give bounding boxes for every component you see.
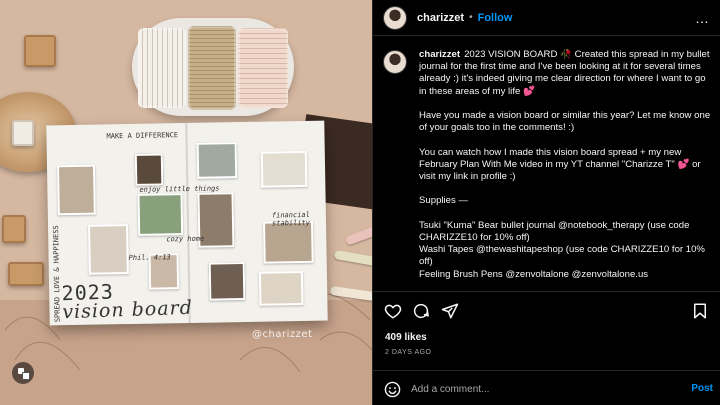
- caption-text: charizzet 2023 VISION BOARD 🥀 Created thi…: [419, 49, 713, 289]
- wooden-stamp: [2, 215, 26, 243]
- action-bar: [373, 291, 720, 331]
- journal-photo: [137, 193, 184, 236]
- more-options-icon[interactable]: …: [695, 10, 710, 26]
- header-username[interactable]: charizzet: [417, 12, 464, 24]
- washi-tape-roll: [238, 28, 288, 108]
- washi-tape-tray: [132, 18, 294, 116]
- post-header: charizzet • Follow …: [373, 0, 720, 36]
- caption-paragraph: Tsuki "Kuma" Bear bullet journal @notebo…: [419, 219, 705, 280]
- wooden-stamp: [12, 120, 34, 146]
- post-date: 2 DAYS AGO: [385, 349, 432, 356]
- washi-tape-roll: [138, 28, 186, 108]
- journal-label: Phil. 4:13: [128, 253, 171, 263]
- multiple-images-icon: [12, 362, 34, 384]
- caption-paragraph: Supplies —: [419, 195, 469, 207]
- caption-block: charizzet 2023 VISION BOARD 🥀 Created thi…: [383, 49, 713, 289]
- journal-label: cozy home: [166, 234, 205, 244]
- post-image[interactable]: MAKE A DIFFERENCE SPREAD LOVE & HAPPINES…: [0, 0, 372, 405]
- avatar[interactable]: [383, 50, 407, 74]
- washi-tape-roll: [188, 26, 236, 110]
- caption-paragraph: You can watch how I made this vision boa…: [419, 146, 701, 182]
- journal-photo: [88, 224, 129, 275]
- comment-icon[interactable]: [412, 302, 430, 320]
- journal-photo: [258, 270, 304, 306]
- post-comment-button[interactable]: Post: [691, 383, 713, 394]
- journal-photo: [208, 261, 246, 301]
- caption-username[interactable]: charizzet: [419, 49, 460, 60]
- image-watermark: @charizzet: [252, 329, 313, 340]
- wooden-stamp: [8, 262, 44, 286]
- journal-label: enjoy little things: [139, 184, 220, 194]
- caption-paragraph-text: 2023 VISION BOARD 🥀 Created this spread …: [419, 49, 710, 97]
- separator-dot: •: [469, 12, 473, 23]
- follow-button[interactable]: Follow: [478, 12, 513, 24]
- vision-board-title: 2023 vision board: [61, 279, 194, 324]
- journal-photo: [134, 153, 164, 186]
- paper-plane-icon[interactable]: [441, 302, 459, 320]
- journal-photo: [260, 150, 308, 188]
- vision-board-subtitle: vision board: [61, 296, 194, 324]
- comment-bar: Post: [373, 370, 720, 405]
- bookmark-icon[interactable]: [691, 302, 709, 320]
- post-details-panel: charizzet • Follow … charizzet 2023 VISIO…: [372, 0, 720, 405]
- wooden-stamp: [24, 35, 56, 67]
- avatar[interactable]: [383, 5, 407, 30]
- journal-photo: [56, 164, 96, 216]
- comment-input[interactable]: [411, 380, 671, 398]
- journal-label: financial stability: [271, 210, 311, 228]
- caption-paragraph: Have you made a vision board or similar …: [419, 110, 711, 134]
- like-count[interactable]: 409 likes: [385, 332, 427, 343]
- smiley-icon[interactable]: [384, 381, 401, 398]
- heart-icon[interactable]: [384, 302, 402, 320]
- journal-label: MAKE A DIFFERENCE: [106, 131, 179, 141]
- caption-paragraph: charizzet 2023 VISION BOARD 🥀 Created thi…: [419, 49, 713, 98]
- journal-photo: [196, 142, 238, 179]
